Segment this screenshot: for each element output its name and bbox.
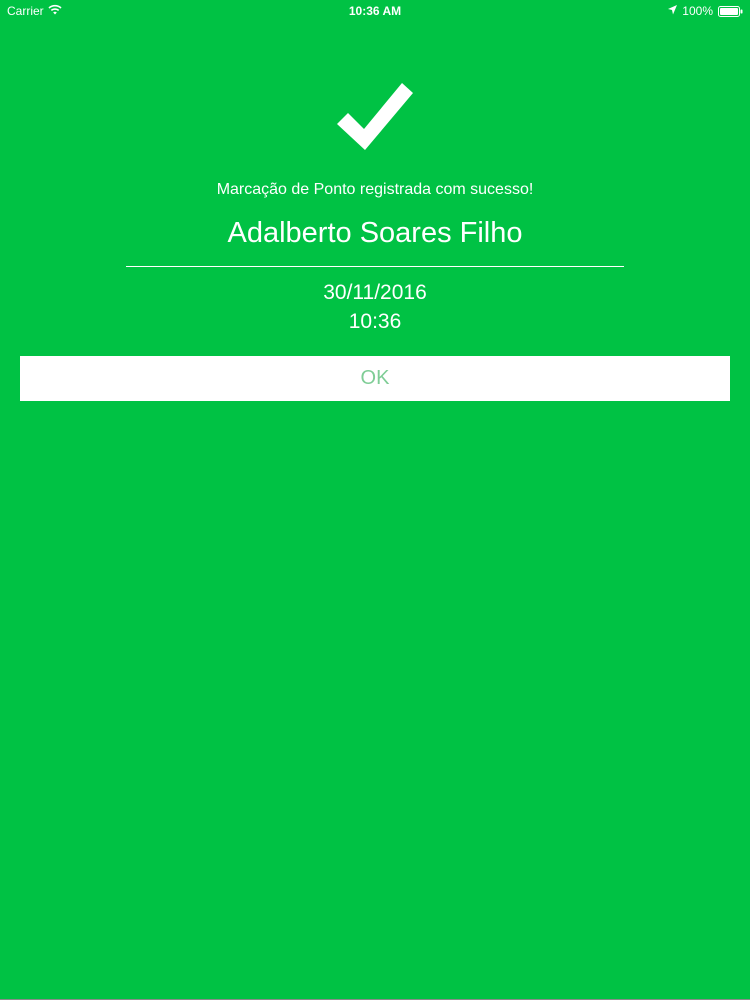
checkmark-icon (334, 78, 416, 152)
punch-date: 30/11/2016 (323, 281, 427, 304)
confirmation-screen: Carrier 10:36 AM 100% Marcação de Ponto … (0, 0, 750, 1000)
employee-name: Adalberto Soares Filho (227, 217, 523, 249)
location-icon (668, 4, 678, 18)
status-right: 100% (668, 4, 743, 18)
success-message: Marcação de Ponto registrada com sucesso… (216, 181, 534, 198)
status-time: 10:36 AM (348, 4, 402, 18)
punch-time: 10:36 (348, 310, 402, 333)
battery-icon (718, 5, 743, 17)
ok-button-label: OK (360, 367, 390, 389)
status-bar: Carrier 10:36 AM 100% (0, 0, 750, 22)
battery-percent: 100% (682, 4, 713, 18)
divider (126, 266, 624, 267)
ok-button[interactable]: OK (20, 356, 730, 401)
